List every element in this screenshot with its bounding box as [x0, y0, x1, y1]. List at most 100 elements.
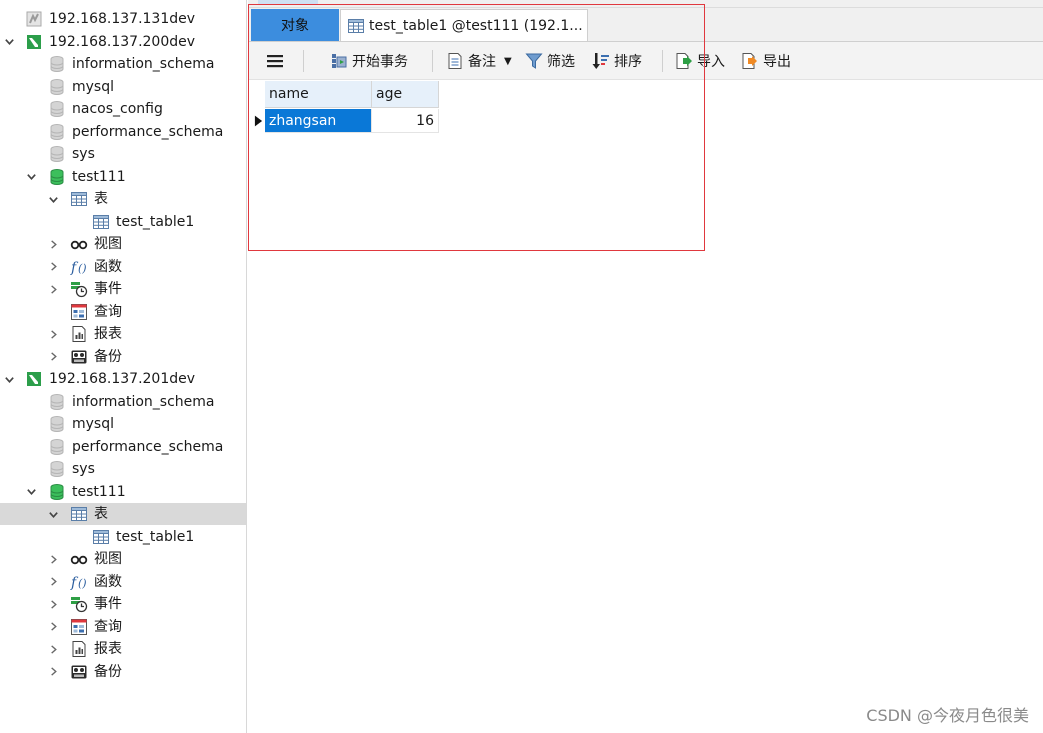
chevron-right-icon[interactable]: [46, 346, 60, 368]
chevron-down-icon[interactable]: [24, 481, 38, 503]
tree-item-table-test-table1-201[interactable]: test_table1: [0, 526, 246, 548]
tree-item-reports-200[interactable]: 报表: [0, 323, 246, 345]
tree-item-table-test-table1-200[interactable]: test_table1: [0, 211, 246, 233]
chevron-right-icon[interactable]: [46, 638, 60, 660]
chevron-down-icon[interactable]: ▼: [504, 56, 512, 67]
toolbar: 开始事务 备注 ▼ 筛选 排序 导入 导出: [248, 42, 1043, 80]
table-icon: [70, 190, 88, 208]
tree-item-db-test111-201[interactable]: test111: [0, 481, 246, 503]
tree-item-label: 查询: [94, 303, 122, 320]
backup-icon: [70, 663, 88, 681]
tree-item-queries-200[interactable]: 查询: [0, 301, 246, 323]
import-label: 导入: [697, 54, 725, 70]
tree-item-events-201[interactable]: 事件: [0, 593, 246, 615]
tree-item-conn-201[interactable]: 192.168.137.201dev: [0, 368, 246, 390]
filter-button[interactable]: 筛选: [525, 42, 575, 80]
tree-item-db-sys-201[interactable]: sys: [0, 458, 246, 480]
svg-text:(): (): [78, 577, 87, 590]
tree-item-label: 函数: [94, 258, 122, 275]
tree-item-db-nacos-config-200[interactable]: nacos_config: [0, 98, 246, 120]
grid-cell-age[interactable]: 16: [372, 109, 439, 133]
tree-item-conn-200[interactable]: 192.168.137.200dev: [0, 31, 246, 53]
tree-item-label: 报表: [94, 326, 122, 342]
tree-item-views-200[interactable]: 视图: [0, 233, 246, 255]
grid-cell-name[interactable]: zhangsan: [265, 109, 372, 133]
tree-item-conn-131[interactable]: 192.168.137.131dev: [0, 8, 246, 30]
tree-item-functions-200[interactable]: f() 函数: [0, 256, 246, 278]
tree-item-events-200[interactable]: 事件: [0, 278, 246, 300]
tree-item-label: 表: [94, 191, 108, 207]
chevron-right-icon[interactable]: [46, 661, 60, 683]
tree-item-functions-201[interactable]: f() 函数: [0, 571, 246, 593]
tree-item-label: 事件: [94, 281, 122, 297]
tree-item-label: 视图: [94, 551, 122, 567]
sort-button[interactable]: 排序: [592, 42, 642, 80]
import-icon: [675, 52, 693, 70]
tree-item-db-performance-schema-201[interactable]: performance_schema: [0, 436, 246, 458]
chevron-right-icon[interactable]: [46, 233, 60, 255]
watermark: CSDN @今夜月色很美: [866, 706, 1029, 725]
tree-item-label: information_schema: [72, 56, 215, 72]
column-header-age[interactable]: age: [372, 81, 439, 108]
notes-button[interactable]: 备注 ▼: [446, 42, 512, 80]
chevron-right-icon[interactable]: [46, 256, 60, 278]
hamburger-menu-icon: [266, 52, 284, 70]
import-button[interactable]: 导入: [675, 42, 725, 80]
export-icon: [741, 52, 759, 70]
chevron-right-icon[interactable]: [46, 593, 60, 615]
export-button[interactable]: 导出: [741, 42, 791, 80]
report-icon: [70, 325, 88, 343]
chevron-down-icon[interactable]: [2, 368, 16, 390]
notes-label: 备注: [468, 54, 496, 70]
tree-item-label: sys: [72, 146, 95, 162]
row-marker-icon: [252, 109, 264, 133]
tree-item-db-information-schema-201[interactable]: information_schema: [0, 391, 246, 413]
top-strip-highlight: [258, 0, 318, 4]
column-header-name[interactable]: name: [265, 81, 372, 108]
tree-item-backups-201[interactable]: 备份: [0, 661, 246, 683]
chevron-down-icon[interactable]: [2, 31, 16, 53]
chevron-right-icon[interactable]: [46, 548, 60, 570]
query-icon: [70, 618, 88, 636]
tree-item-label: information_schema: [72, 393, 215, 410]
chevron-down-icon[interactable]: [46, 188, 60, 210]
tree-item-db-mysql-201[interactable]: mysql: [0, 413, 246, 435]
tree-item-label: 192.168.137.131dev: [49, 11, 196, 27]
tree-item-label: 函数: [94, 573, 122, 590]
tab-test-table1[interactable]: test_table1 @test111 (192.1...: [340, 9, 588, 41]
chevron-right-icon[interactable]: [46, 571, 60, 593]
tree-item-label: mysql: [72, 416, 114, 432]
connection-inactive-icon: [25, 10, 43, 28]
tree-item-db-performance-schema-200[interactable]: performance_schema: [0, 121, 246, 143]
table-icon: [92, 528, 110, 546]
chevron-down-icon[interactable]: [46, 503, 60, 525]
tree-item-backups-200[interactable]: 备份: [0, 346, 246, 368]
sort-icon: [592, 52, 610, 70]
chevron-right-icon[interactable]: [46, 616, 60, 638]
export-label: 导出: [763, 54, 791, 70]
tree-item-label: 报表: [94, 641, 122, 657]
tab-objects[interactable]: 对象: [251, 9, 339, 41]
tree-item-views-201[interactable]: 视图: [0, 548, 246, 570]
begin-transaction-button[interactable]: 开始事务: [330, 42, 408, 80]
tree-item-db-test111-200[interactable]: test111: [0, 166, 246, 188]
connection-active-icon: [25, 370, 43, 388]
event-clock-icon: [70, 595, 88, 613]
tree-item-tables-201[interactable]: 表: [0, 503, 246, 525]
navigation-pane: 192.168.137.131dev 192.168.137.200dev info…: [0, 0, 247, 733]
menu-button[interactable]: [266, 42, 284, 80]
tree-item-queries-201[interactable]: 查询: [0, 616, 246, 638]
tab-test-table1-label: test_table1 @test111 (192.1...: [369, 17, 583, 34]
tree-item-db-mysql-200[interactable]: mysql: [0, 76, 246, 98]
tree-item-label: nacos_config: [72, 101, 163, 117]
chevron-right-icon[interactable]: [46, 278, 60, 300]
table-icon: [92, 213, 110, 231]
tree-item-db-sys-200[interactable]: sys: [0, 143, 246, 165]
tree-item-db-information-schema-200[interactable]: information_schema: [0, 53, 246, 75]
database-gray-icon: [48, 100, 66, 118]
tree-item-tables-200[interactable]: 表: [0, 188, 246, 210]
chevron-right-icon[interactable]: [46, 323, 60, 345]
tree-item-reports-201[interactable]: 报表: [0, 638, 246, 660]
tree-item-label: 表: [94, 506, 108, 522]
chevron-down-icon[interactable]: [24, 166, 38, 188]
